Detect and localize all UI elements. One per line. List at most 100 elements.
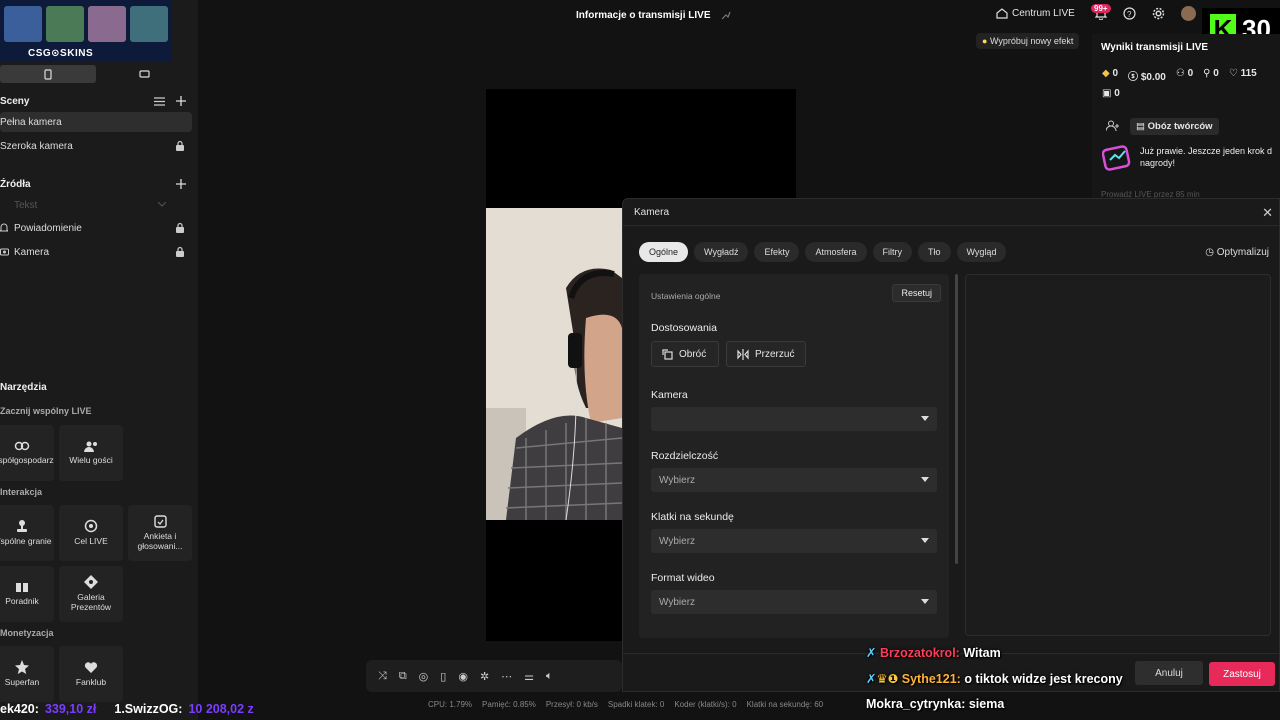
monetization-title: Monetyzacja	[0, 628, 54, 638]
poll-tool[interactable]: Ankieta i głosowani...	[128, 505, 192, 561]
video-format-select[interactable]: Wybierz	[651, 590, 937, 614]
camera-tabs: Ogólne Wygładź Efekty Atmosfera Filtry T…	[639, 242, 1007, 262]
avatar[interactable]	[1180, 6, 1196, 21]
sponsor-banner: CSG⊙SKINS	[0, 0, 172, 62]
settings-scrollbar[interactable]	[955, 274, 958, 564]
preview-toolbar: ⤨ ⧉ ◎ ▯ ◉ ✲ ⋯ ⚌ 🔈︎	[366, 660, 622, 692]
landscape-toggle[interactable]	[96, 65, 192, 83]
lightbulb-icon: ●	[982, 36, 988, 46]
shuffle-icon[interactable]: ⤨	[378, 670, 387, 683]
tab-smooth[interactable]: Wygładź	[694, 242, 749, 262]
sliders-icon[interactable]: ⚌	[524, 670, 534, 683]
add-user-icon[interactable]	[1106, 120, 1120, 132]
portrait-toggle[interactable]	[0, 65, 96, 83]
skin-thumbnail	[46, 6, 84, 42]
chevron-down-icon	[921, 477, 929, 482]
scene-item[interactable]: Szeroka kamera	[0, 136, 192, 156]
flip-button[interactable]: Przerzuć	[726, 341, 806, 367]
flip-icon	[737, 348, 749, 360]
layers-icon[interactable]: ⧉	[399, 670, 407, 683]
cancel-button[interactable]: Anuluj	[1135, 661, 1203, 685]
diamonds-stat: ◆ 0	[1102, 68, 1119, 79]
optimize-icon: ◷	[1205, 247, 1214, 258]
target-icon[interactable]: ◎	[419, 670, 429, 683]
rotate-button[interactable]: Obróć	[651, 341, 719, 367]
tab-general[interactable]: Ogólne	[639, 242, 689, 262]
source-item[interactable]: Powiadomienie	[0, 218, 192, 238]
gear-icon[interactable]	[1152, 7, 1165, 20]
money-stat: ⓢ $0.00	[1128, 72, 1166, 83]
dollar-icon: ⓢ	[1128, 72, 1139, 83]
tools-title: Narzędzia	[0, 382, 47, 393]
multi-guest-tool[interactable]: Wielu gości	[59, 425, 123, 481]
chevron-down-icon	[921, 416, 929, 421]
volume-icon[interactable]: 🔈︎	[546, 670, 553, 683]
notification-badge: 99+	[1091, 4, 1111, 13]
add-scene-button[interactable]	[174, 94, 188, 108]
reset-button[interactable]: Resetuj	[892, 284, 941, 302]
scene-item[interactable]: Pełna kamera	[0, 112, 192, 132]
interaction-title: Interakcja	[0, 487, 43, 497]
live-goal-tool[interactable]: Cel LIVE	[59, 505, 123, 561]
add-source-button[interactable]	[174, 177, 188, 191]
guide-tool[interactable]: Poradnik	[0, 566, 54, 622]
landscape-icon	[138, 70, 150, 78]
rotate-icon	[662, 348, 673, 360]
results-stats: ◆ 0 ⓢ $0.00 ⚇ 0 ⚲ 0 ♡ 115	[1102, 68, 1257, 83]
tab-background[interactable]: Tło	[918, 242, 951, 262]
target-icon	[84, 519, 98, 533]
video-format-label: Format wideo	[651, 572, 715, 584]
close-icon[interactable]: ✕	[1262, 205, 1273, 221]
skin-thumbnail	[88, 6, 126, 42]
tab-effects[interactable]: Efekty	[754, 242, 800, 262]
live-center-link[interactable]: Centrum LIVE	[996, 8, 1075, 19]
shares-stat: ⚲ 0	[1203, 68, 1219, 79]
camera-feed	[486, 208, 622, 520]
chat-message: Mokra_cytrynka: siema	[866, 697, 1005, 711]
lock-icon	[176, 222, 184, 233]
camera-preview-box	[965, 274, 1271, 636]
promo-text: Już prawie. Jeszcze jeden krok d nagrody…	[1140, 146, 1273, 168]
tab-appearance[interactable]: Wygląd	[956, 242, 1007, 262]
chevron-down-icon	[921, 599, 929, 604]
phone-icon[interactable]: ▯	[440, 670, 446, 683]
tab-filters[interactable]: Filtry	[872, 242, 912, 262]
gift-gallery-tool[interactable]: Galeria Prezentów	[59, 566, 123, 622]
fps-select[interactable]: Wybierz	[651, 529, 937, 553]
sword-icon: ✗	[866, 646, 877, 660]
stream-info-title[interactable]: Informacje o transmisji LIVE	[576, 10, 731, 21]
list-icon[interactable]	[152, 94, 166, 108]
camera-label: Kamera	[651, 389, 688, 401]
optimize-button[interactable]: ◷ Optymalizuj	[1205, 247, 1269, 258]
coop-game-tool[interactable]: Wspólne granie	[0, 505, 54, 561]
users-icon	[84, 441, 97, 453]
help-icon[interactable]: ?	[1123, 7, 1136, 20]
multi-live-title: Zacznij wspólny LIVE	[0, 406, 92, 416]
fanclub-tool[interactable]: Fanklub	[59, 646, 123, 702]
gifts-stat: ▣ 0	[1102, 88, 1120, 99]
svg-text:?: ?	[1127, 10, 1132, 19]
record-icon[interactable]: ◉	[458, 670, 468, 683]
creator-camp-button[interactable]: ▤ Obóz twórców	[1130, 118, 1219, 135]
source-item[interactable]: Tekst	[0, 195, 192, 215]
lock-icon	[176, 140, 184, 151]
skin-thumbnail	[130, 6, 168, 42]
gift-icon	[84, 575, 98, 590]
divider	[623, 225, 1279, 226]
cohost-tool[interactable]: Współgospodarz	[0, 425, 54, 481]
share-icon	[721, 12, 731, 20]
chat-message: ✗♛❶ Sythe121: o tiktok widze jest krecon…	[866, 672, 1123, 686]
camera-select[interactable]	[651, 407, 937, 431]
try-effect-button[interactable]: ● Wypróbuj nowy efekt	[976, 33, 1080, 49]
source-item[interactable]: Kamera	[0, 242, 192, 262]
resolution-select[interactable]: Wybierz	[651, 468, 937, 492]
settings-icon[interactable]: ✲	[480, 670, 489, 683]
apply-button[interactable]: Zastosuj	[1209, 662, 1275, 686]
diamond-icon: ◆	[1102, 68, 1110, 79]
superfan-tool[interactable]: Superfan	[0, 646, 54, 702]
layout-toggle[interactable]	[0, 65, 192, 83]
dialog-title: Kamera	[634, 207, 670, 218]
book-icon	[16, 583, 28, 593]
tab-atmosphere[interactable]: Atmosfera	[805, 242, 867, 262]
more-icon[interactable]: ⋯	[501, 670, 512, 683]
